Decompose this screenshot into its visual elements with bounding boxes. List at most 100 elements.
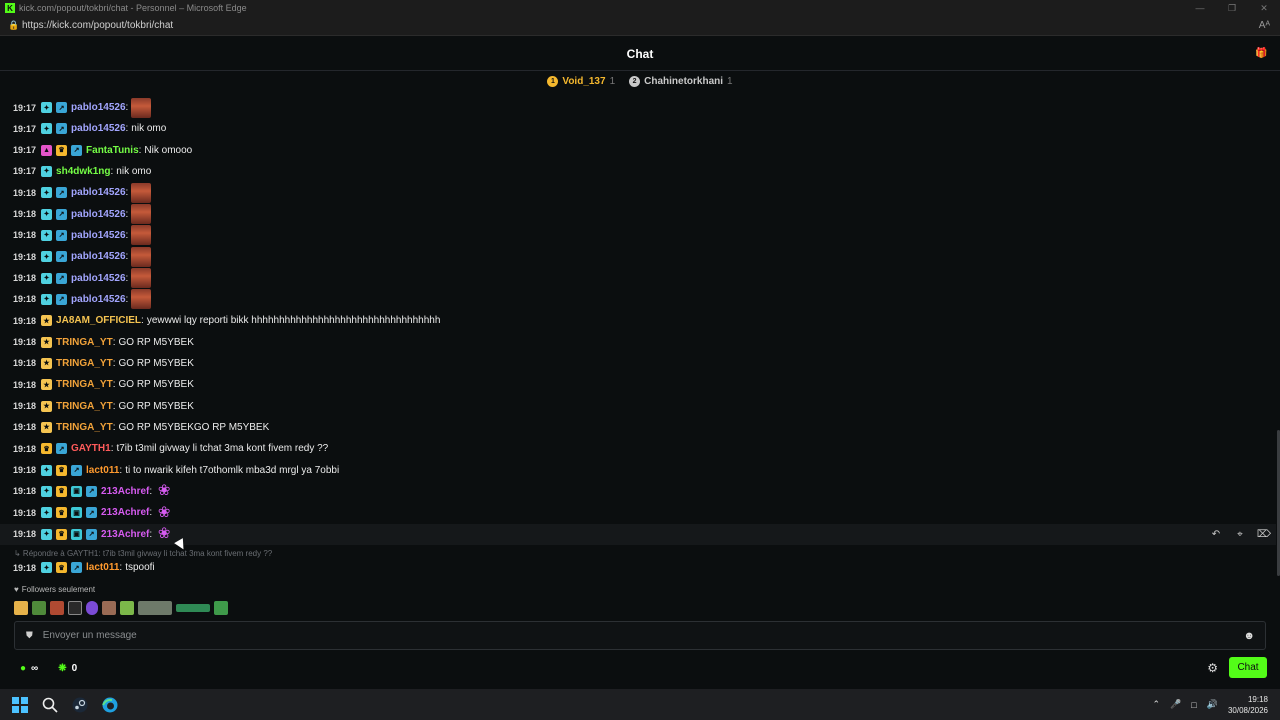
chat-input-box[interactable]: ⛊ ☻ bbox=[14, 621, 1266, 650]
chat-message[interactable]: 19:17 ▲ ♛ ↗ FantaTunis: Nik omooo bbox=[0, 140, 1276, 161]
chat-message[interactable]: 19:18 ✦ ↗ pablo14526: bbox=[0, 246, 1276, 267]
emote-image[interactable] bbox=[131, 204, 152, 225]
emote-image[interactable] bbox=[131, 97, 152, 118]
message-username[interactable]: pablo14526 bbox=[71, 102, 125, 113]
emote-image[interactable] bbox=[131, 268, 152, 289]
emoji-icon[interactable]: ☻ bbox=[1243, 630, 1255, 642]
points-stat[interactable]: ❋ 0 bbox=[58, 663, 77, 674]
edge-icon[interactable] bbox=[100, 695, 120, 715]
emote-pepe[interactable] bbox=[32, 601, 46, 615]
chat-message[interactable]: 19:18 ✦ ♛ ↗ lact011: tspoofi bbox=[0, 557, 1276, 578]
microphone-icon[interactable]: 🎤 bbox=[1170, 699, 1181, 710]
close-icon[interactable]: ✕ bbox=[1248, 0, 1280, 16]
message-username[interactable]: 213Achref bbox=[101, 507, 149, 518]
message-username[interactable]: TRINGA_YT bbox=[56, 422, 113, 433]
chat-message[interactable]: 19:18 ★ TRINGA_YT: GO RP M5YBEK bbox=[0, 396, 1276, 417]
url-text[interactable]: https://kick.com/popout/tokbri/chat bbox=[22, 20, 173, 31]
leaderboard-entry[interactable]: 1 Void_137 1 bbox=[547, 75, 615, 87]
chat-message[interactable]: 19:18 ✦ ♛ ▣ ↗ 213Achref: ❀ bbox=[0, 481, 1276, 502]
emote-image[interactable] bbox=[131, 182, 152, 203]
chat-message[interactable]: 19:18 ✦ ↗ pablo14526: bbox=[0, 289, 1276, 310]
settings-icon[interactable]: ⚙ bbox=[1207, 661, 1218, 675]
delete-icon[interactable]: ⌦ bbox=[1252, 524, 1276, 545]
chat-message[interactable]: 19:18 ★ TRINGA_YT: GO RP M5YBEK bbox=[0, 353, 1276, 374]
message-username[interactable]: pablo14526 bbox=[71, 294, 125, 305]
pin-icon[interactable]: ⌖ bbox=[1228, 524, 1252, 545]
address-bar[interactable]: 🔒 https://kick.com/popout/tokbri/chat Aᴬ bbox=[0, 16, 1280, 36]
chat-message[interactable]: 19:18 ✦ ♛ ▣ ↗ 213Achref: ❀ ↶ ⌖ ⌦ bbox=[0, 523, 1276, 545]
message-username[interactable]: TRINGA_YT bbox=[56, 358, 113, 369]
restore-icon[interactable]: ❐ bbox=[1216, 0, 1248, 16]
message-username[interactable]: lact011 bbox=[86, 562, 119, 573]
message-username[interactable]: GAYTH1 bbox=[71, 443, 111, 454]
emote-image[interactable] bbox=[131, 246, 152, 267]
chat-messages[interactable]: 19:17 ✦ ↗ pablo14526:19:17 ✦ ↗ pablo14526: nik … bbox=[0, 91, 1276, 578]
chat-message[interactable]: 19:18 ★ TRINGA_YT: GO RP M5YBEKGO RP M5YBEK bbox=[0, 417, 1276, 438]
chat-message[interactable]: 19:18 ✦ ♛ ↗ lact011: ti to nwarik kifeh t7oth… bbox=[0, 460, 1276, 481]
emote-image[interactable]: ❀ bbox=[155, 482, 173, 500]
windows-start-icon[interactable] bbox=[10, 695, 30, 715]
chat-message[interactable]: 19:18 ✦ ↗ pablo14526: bbox=[0, 268, 1276, 289]
shield-icon[interactable]: ⛊ bbox=[26, 630, 33, 641]
emote-purple[interactable] bbox=[86, 601, 98, 615]
viewers-stat[interactable]: ● ∞ bbox=[20, 663, 38, 674]
message-username[interactable]: pablo14526 bbox=[71, 273, 125, 284]
message-username[interactable]: 213Achref bbox=[101, 529, 149, 540]
message-colon: : bbox=[125, 272, 129, 284]
steam-icon[interactable] bbox=[70, 695, 90, 715]
chat-message[interactable]: 19:18 ✦ ↗ pablo14526: bbox=[0, 204, 1276, 225]
emote-thumbs[interactable] bbox=[14, 601, 28, 615]
message-username[interactable]: pablo14526 bbox=[71, 230, 125, 241]
chat-message[interactable]: 19:17 ✦ sh4dwk1ng: nik omo bbox=[0, 161, 1276, 182]
chat-message[interactable]: 19:18 ★ TRINGA_YT: GO RP M5YBEK bbox=[0, 374, 1276, 395]
taskbar-clock[interactable]: 19:18 30/08/2026 bbox=[1228, 694, 1268, 716]
message-username[interactable]: pablo14526 bbox=[71, 209, 125, 220]
emote-group[interactable] bbox=[102, 601, 116, 615]
message-username[interactable]: 213Achref bbox=[101, 486, 149, 497]
message-username[interactable]: TRINGA_YT bbox=[56, 337, 113, 348]
message-username[interactable]: pablo14526 bbox=[71, 123, 125, 134]
emote-tile[interactable] bbox=[50, 601, 64, 615]
network-icon[interactable]: □ bbox=[1191, 700, 1196, 710]
reply-icon[interactable]: ↶ bbox=[1204, 524, 1228, 545]
emote-image[interactable]: ❀ bbox=[155, 504, 173, 522]
chat-message[interactable]: 19:18 ★ TRINGA_YT: GO RP M5YBEK bbox=[0, 332, 1276, 353]
chat-message[interactable]: 19:17 ✦ ↗ pablo14526: bbox=[0, 97, 1276, 118]
emote-long[interactable] bbox=[176, 604, 210, 612]
chevron-up-icon[interactable]: ⌃ bbox=[1153, 699, 1161, 710]
message-input[interactable] bbox=[42, 630, 1244, 641]
message-username[interactable]: pablo14526 bbox=[71, 187, 125, 198]
reader-mode-icon[interactable]: Aᴬ bbox=[1259, 20, 1270, 31]
message-timestamp: 19:18 bbox=[13, 294, 37, 305]
leaderboard-entry[interactable]: 2 Chahinetorkhani 1 bbox=[629, 75, 733, 87]
emote-dino[interactable] bbox=[214, 601, 228, 615]
message-username[interactable]: lact011 bbox=[86, 465, 119, 476]
message-username[interactable]: TRINGA_YT bbox=[56, 379, 113, 390]
message-username[interactable]: FantaTunis bbox=[86, 145, 139, 156]
emote-android[interactable] bbox=[120, 601, 134, 615]
chat-message[interactable]: 19:18 ★ JA8AM_OFFICIEL: yewwwi lqy reporti … bbox=[0, 310, 1276, 331]
emote-tz[interactable] bbox=[68, 601, 82, 615]
message-timestamp: 19:18 bbox=[13, 358, 37, 369]
lock-icon[interactable]: 🔒 bbox=[8, 20, 19, 31]
emote-image[interactable]: ❀ bbox=[155, 525, 173, 543]
emote-wide[interactable] bbox=[138, 601, 172, 615]
chat-message[interactable]: 19:18 ✦ ♛ ▣ ↗ 213Achref: ❀ bbox=[0, 502, 1276, 523]
chat-message[interactable]: 19:18 ✦ ↗ pablo14526: bbox=[0, 182, 1276, 203]
chat-message[interactable]: 19:18 ♛ ↗ GAYTH1: t7ib t3mil givway li tchat… bbox=[0, 438, 1276, 459]
chat-message[interactable]: 19:18 ✦ ↗ pablo14526: bbox=[0, 225, 1276, 246]
subscriber-badge-icon: ✦ bbox=[41, 293, 53, 305]
message-username[interactable]: TRINGA_YT bbox=[56, 401, 113, 412]
minimize-icon[interactable]: — bbox=[1184, 0, 1216, 16]
emote-image[interactable] bbox=[131, 289, 152, 310]
search-icon[interactable] bbox=[40, 695, 60, 715]
message-username[interactable]: JA8AM_OFFICIEL bbox=[56, 315, 141, 326]
message-username[interactable]: sh4dwk1ng bbox=[56, 166, 110, 177]
gift-icon[interactable]: 🎁 bbox=[1255, 48, 1267, 59]
volume-icon[interactable]: 🔊 bbox=[1207, 699, 1218, 710]
chat-message[interactable]: 19:17 ✦ ↗ pablo14526: nik omo bbox=[0, 118, 1276, 139]
send-chat-button[interactable]: Chat bbox=[1229, 657, 1267, 678]
emote-image[interactable] bbox=[131, 225, 152, 246]
message-username[interactable]: pablo14526 bbox=[71, 251, 125, 262]
sub-tier-badge-icon: ★ bbox=[41, 379, 53, 391]
